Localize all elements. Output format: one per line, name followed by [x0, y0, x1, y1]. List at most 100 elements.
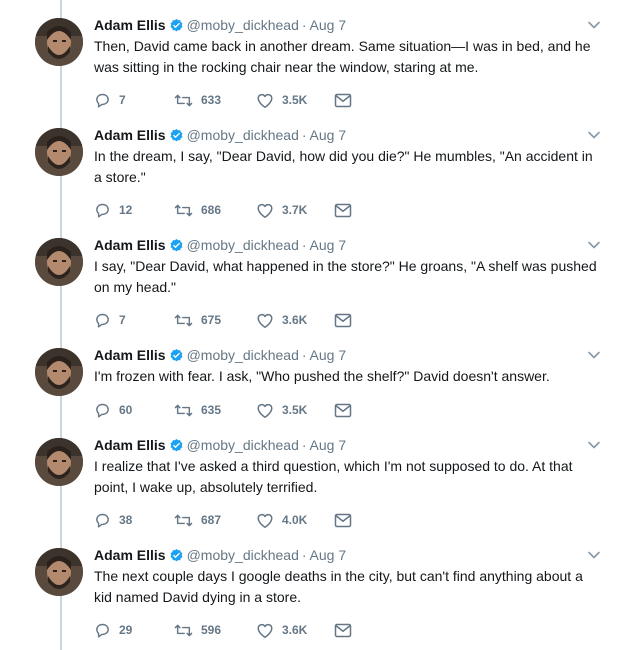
heart-icon: [257, 623, 273, 638]
direct-message-button[interactable]: [334, 201, 352, 219]
separator-dot: ·: [301, 437, 307, 453]
direct-message-button[interactable]: [334, 511, 352, 529]
reply-icon: [96, 623, 109, 638]
direct-message-button[interactable]: [334, 401, 352, 419]
like-count: 3.6K: [282, 623, 308, 637]
author-name[interactable]: Adam Ellis: [94, 127, 166, 143]
author-handle[interactable]: @moby_dickhead: [187, 237, 299, 253]
verified-badge-icon: [170, 438, 183, 452]
tweet-date[interactable]: Aug 7: [310, 437, 347, 453]
tweet-header: Adam Ellis @moby_dickhead · Aug 7: [94, 546, 597, 564]
chevron-down-icon[interactable]: [587, 348, 601, 362]
like-count: 3.5K: [282, 403, 308, 417]
chevron-down-icon[interactable]: [587, 128, 601, 142]
retweet-count: 675: [201, 313, 222, 327]
retweet-button[interactable]: 633: [174, 91, 221, 109]
separator-dot: ·: [301, 127, 307, 143]
author-name[interactable]: Adam Ellis: [94, 17, 166, 33]
retweet-icon: [174, 404, 193, 416]
envelope-icon: [334, 93, 352, 107]
envelope-icon: [334, 513, 352, 527]
author-handle[interactable]: @moby_dickhead: [187, 437, 299, 453]
tweet-text: In the dream, I say, "Dear David, how di…: [94, 148, 593, 185]
retweet-icon: [174, 514, 193, 526]
retweet-count: 686: [201, 203, 222, 217]
reply-count: 12: [119, 203, 133, 217]
author-handle[interactable]: @moby_dickhead: [187, 547, 299, 563]
reply-button[interactable]: 7: [94, 311, 126, 329]
retweet-count: 633: [201, 93, 222, 107]
reply-button[interactable]: 60: [94, 401, 132, 419]
envelope-icon: [334, 313, 352, 327]
tweet-date[interactable]: Aug 7: [310, 547, 347, 563]
heart-icon: [257, 513, 273, 528]
avatar[interactable]: [35, 548, 83, 596]
author-handle[interactable]: @moby_dickhead: [187, 127, 299, 143]
heart-icon: [257, 203, 273, 218]
like-button[interactable]: 3.5K: [256, 91, 307, 109]
retweet-icon: [174, 314, 193, 326]
heart-icon: [257, 403, 273, 418]
avatar[interactable]: [35, 348, 83, 396]
tweet-text: The next couple days I google deaths in …: [94, 568, 583, 605]
verified-badge-icon: [170, 548, 183, 562]
avatar[interactable]: [35, 238, 83, 286]
envelope-icon: [334, 203, 352, 217]
tweet-text: I'm frozen with fear. I ask, "Who pushed…: [94, 368, 550, 384]
reply-count: 7: [119, 93, 126, 107]
author-handle[interactable]: @moby_dickhead: [187, 17, 299, 33]
tweet-text: I say, "Dear David, what happened in the…: [94, 258, 597, 295]
like-button[interactable]: 3.6K: [256, 311, 307, 329]
like-count: 3.5K: [282, 93, 308, 107]
reply-count: 29: [119, 623, 133, 637]
tweet-date[interactable]: Aug 7: [310, 347, 347, 363]
tweet-date[interactable]: Aug 7: [310, 237, 347, 253]
direct-message-button[interactable]: [334, 91, 352, 109]
avatar[interactable]: [35, 128, 83, 176]
like-button[interactable]: 3.6K: [256, 621, 307, 639]
retweet-button[interactable]: 596: [174, 621, 221, 639]
envelope-icon: [334, 623, 352, 637]
heart-icon: [257, 93, 273, 108]
verified-badge-icon: [170, 128, 183, 142]
reply-button[interactable]: 12: [94, 201, 132, 219]
reply-icon: [96, 93, 109, 108]
like-button[interactable]: 3.5K: [256, 401, 307, 419]
tweet-date[interactable]: Aug 7: [310, 17, 347, 33]
reply-icon: [96, 313, 109, 328]
tweet-date[interactable]: Aug 7: [310, 127, 347, 143]
author-name[interactable]: Adam Ellis: [94, 237, 166, 253]
like-button[interactable]: 4.0K: [256, 511, 307, 529]
chevron-down-icon[interactable]: [587, 238, 601, 252]
tweet-header: Adam Ellis @moby_dickhead · Aug 7: [94, 236, 597, 254]
verified-badge-icon: [170, 18, 183, 32]
reply-count: 7: [119, 313, 126, 327]
author-name[interactable]: Adam Ellis: [94, 347, 166, 363]
avatar[interactable]: [35, 18, 83, 66]
reply-icon: [96, 203, 109, 218]
retweet-button[interactable]: 675: [174, 311, 221, 329]
retweet-button[interactable]: 687: [174, 511, 221, 529]
author-name[interactable]: Adam Ellis: [94, 547, 166, 563]
like-button[interactable]: 3.7K: [256, 201, 307, 219]
verified-badge-icon: [170, 348, 183, 362]
reply-button[interactable]: 7: [94, 91, 126, 109]
tweet-text: I realize that I've asked a third questi…: [94, 458, 573, 495]
chevron-down-icon[interactable]: [587, 438, 601, 452]
author-handle[interactable]: @moby_dickhead: [187, 347, 299, 363]
direct-message-button[interactable]: [334, 311, 352, 329]
retweet-button[interactable]: 635: [174, 401, 221, 419]
author-name[interactable]: Adam Ellis: [94, 437, 166, 453]
chevron-down-icon[interactable]: [587, 548, 601, 562]
reply-button[interactable]: 29: [94, 621, 132, 639]
chevron-down-icon[interactable]: [587, 18, 601, 32]
direct-message-button[interactable]: [334, 621, 352, 639]
tweet-header: Adam Ellis @moby_dickhead · Aug 7: [94, 436, 597, 454]
retweet-button[interactable]: 686: [174, 201, 221, 219]
tweet-header: Adam Ellis @moby_dickhead · Aug 7: [94, 346, 597, 364]
like-count: 4.0K: [282, 513, 308, 527]
retweet-icon: [174, 94, 193, 106]
separator-dot: ·: [301, 237, 307, 253]
reply-button[interactable]: 38: [94, 511, 132, 529]
avatar[interactable]: [35, 438, 83, 486]
